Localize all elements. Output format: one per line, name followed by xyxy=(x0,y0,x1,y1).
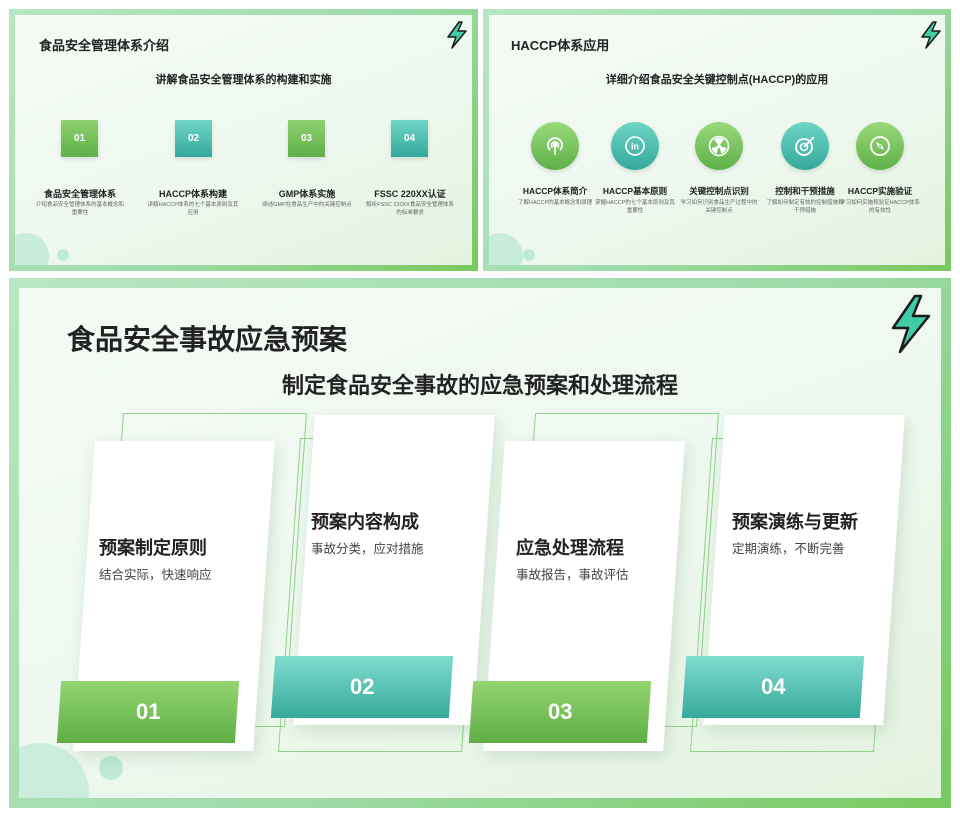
item-description: 解析FSSC 220XX食品安全管理体系的标准要求 xyxy=(366,202,454,216)
decor-circle xyxy=(19,743,89,798)
target-icon xyxy=(781,122,829,170)
item-label: HACCP体系构建 xyxy=(158,189,227,199)
number-band: 02 xyxy=(270,656,454,718)
decor-circle xyxy=(489,233,523,265)
signal-icon xyxy=(531,122,579,170)
number-band: 03 xyxy=(468,681,652,743)
number-badge: 03 xyxy=(288,120,325,157)
number-badge: 01 xyxy=(61,120,98,157)
card-number: 01 xyxy=(135,699,161,724)
card-title: 应急处理流程 xyxy=(516,538,624,558)
card-description: 事故报告，事故评估 xyxy=(516,568,629,582)
card-description: 定期演练，不断完善 xyxy=(732,542,845,556)
slide-title: 食品安全管理体系介绍 xyxy=(39,38,170,53)
slide-title: 食品安全事故应急预案 xyxy=(67,324,348,355)
decor-circle xyxy=(15,233,49,265)
card-number: 03 xyxy=(547,699,573,724)
slide-subtitle: 制定食品安全事故的应急预案和处理流程 xyxy=(281,373,678,398)
slide-subtitle: 详细介绍食品安全关键控制点(HACCP)的应用 xyxy=(605,74,829,86)
lightning-bolt-icon xyxy=(891,294,931,354)
slide-management-intro: 食品安全管理体系介绍 讲解食品安全管理体系的构建和实施 01 02 03 04 … xyxy=(9,9,478,271)
card-title: 预案内容构成 xyxy=(311,512,419,532)
item-description: 了解HACCP的基本概念和原理 xyxy=(517,200,593,206)
item-description: 学习如何实施和验证HACCP体系的有效性 xyxy=(840,200,920,214)
card-title: 预案演练与更新 xyxy=(732,512,858,532)
card-number: 02 xyxy=(349,674,375,699)
item-label: GMP体系实施 xyxy=(278,189,336,199)
slide-emergency-plan: 食品安全事故应急预案 制定食品安全事故的应急预案和处理流程 01 02 03 0… xyxy=(9,278,951,808)
number-badge: 04 xyxy=(391,120,428,157)
decor-dot xyxy=(57,249,69,261)
number-band: 01 xyxy=(56,681,240,743)
card-description: 事故分类，应对措施 xyxy=(311,542,424,556)
lightning-bolt-icon xyxy=(921,21,941,49)
slide-haccp: HACCP体系应用 详细介绍食品安全关键控制点(HACCP)的应用 in HAC… xyxy=(483,9,951,271)
compass-icon xyxy=(856,122,904,170)
slide-subtitle: 讲解食品安全管理体系的构建和实施 xyxy=(155,74,332,86)
item-label: FSSC 220XX认证 xyxy=(374,189,446,199)
slide-title: HACCP体系应用 xyxy=(511,38,610,53)
slide-body: 食品安全事故应急预案 制定食品安全事故的应急预案和处理流程 01 02 03 0… xyxy=(19,288,941,798)
item-description: 阐述GMP在食品生产中的关键控制点 xyxy=(262,202,352,208)
slide-body: HACCP体系应用 详细介绍食品安全关键控制点(HACCP)的应用 in HAC… xyxy=(489,15,945,265)
item-description: 了解如何制定有效的控制措施和干预措施 xyxy=(766,200,844,214)
radiation-icon xyxy=(695,122,743,170)
item-description: 讲解HACCP体系的七个基本原则及其应用 xyxy=(147,202,239,216)
decor-dot xyxy=(523,249,535,261)
item-description: 介绍食品安全管理体系的基本概念和重要性 xyxy=(35,202,124,216)
svg-text:in: in xyxy=(631,142,639,152)
card-number: 04 xyxy=(760,674,786,699)
number-band: 04 xyxy=(681,656,865,718)
linkedin-icon: in xyxy=(611,122,659,170)
item-label: HACCP基本原则 xyxy=(602,186,668,196)
item-label: 食品安全管理体系 xyxy=(43,189,116,199)
number-badge: 02 xyxy=(175,120,212,157)
item-label: 关键控制点识别 xyxy=(689,186,749,196)
item-description: 学习如何识别食品生产过程中的关键控制点 xyxy=(680,200,758,214)
item-description: 掌握HACCP的七个基本原则及其重要性 xyxy=(595,200,675,214)
card-description: 结合实际，快速响应 xyxy=(99,568,212,582)
decor-dot xyxy=(99,756,123,780)
item-label: HACCP实施验证 xyxy=(847,186,913,196)
card-title: 预案制定原则 xyxy=(99,538,207,558)
slide-body: 食品安全管理体系介绍 讲解食品安全管理体系的构建和实施 01 02 03 04 … xyxy=(15,15,472,265)
lightning-bolt-icon xyxy=(447,21,467,49)
